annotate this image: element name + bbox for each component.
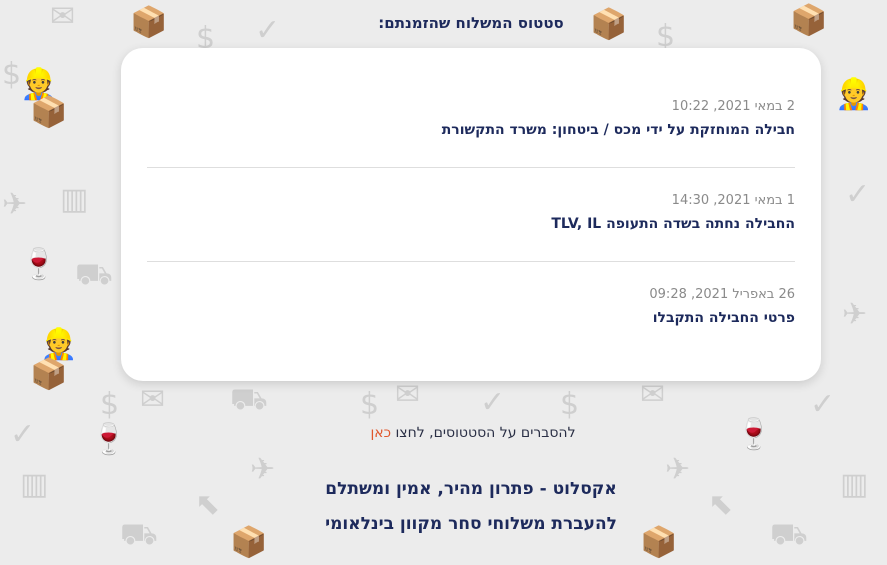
status-entry-date: 2 במאי 2021, 10:22	[671, 99, 795, 114]
airplane-icon: ✈	[2, 187, 28, 222]
divider	[147, 167, 795, 168]
delivery-person-icon: 👷	[20, 67, 58, 102]
status-help-text: להסברים על הסטטוסים, לחצו	[391, 425, 576, 441]
page-title: סטטוס המשלוח שהזמנתם:	[378, 14, 564, 32]
dollar-icon: $	[360, 387, 380, 422]
status-entry: 1 במאי 2021, 14:30 החבילה נחתה בשדה התעו…	[147, 193, 795, 232]
slogan-line-2: להעברת משלוחי סחר מקוון בינלאומי	[325, 514, 617, 534]
dollar-icon: $	[2, 57, 22, 92]
status-help-link[interactable]: כאן	[370, 425, 391, 441]
status-entry: 26 באפריל 2021, 09:28 פרטי החבילה התקבלו	[147, 287, 795, 326]
status-entry-text: החבילה נחתה בשדה התעופה TLV, IL	[551, 216, 795, 232]
hand-truck-icon: ⛟	[75, 257, 113, 292]
status-entry-date: 26 באפריל 2021, 09:28	[649, 287, 795, 302]
status-help-line: להסברים על הסטטוסים, לחצו כאן	[0, 425, 887, 441]
airplane-icon: ✈	[842, 297, 868, 332]
checkmark-icon: ✓	[845, 177, 871, 212]
delivery-person-icon: 👷	[40, 327, 78, 362]
shipping-box-icon: 📦	[30, 357, 68, 392]
checkmark-icon: ✓	[810, 387, 836, 422]
slogan-line-1: אקסלוט - פתרון מהיר, אמין ומשתלם	[325, 479, 617, 499]
divider	[147, 261, 795, 262]
hand-truck-icon: ⛟	[230, 382, 268, 417]
envelope-icon: ✉	[640, 377, 666, 412]
dollar-icon: $	[560, 387, 580, 422]
status-card: 2 במאי 2021, 10:22 חבילה המוחזקת על ידי …	[121, 48, 821, 381]
shipping-box-icon: 📦	[30, 95, 68, 130]
checkmark-icon: ✓	[480, 385, 506, 420]
delivery-person-icon: 👷	[835, 77, 873, 112]
status-entry-text: חבילה המוחזקת על ידי מכס / ביטחון: משרד …	[441, 122, 795, 138]
envelope-icon: ✉	[140, 382, 166, 417]
wine-glass-icon: 🍷	[20, 247, 58, 282]
envelope-icon: ✉	[395, 377, 421, 412]
status-entry: 2 במאי 2021, 10:22 חבילה המוחזקת על ידי …	[147, 99, 795, 138]
status-entry-date: 1 במאי 2021, 14:30	[671, 193, 795, 208]
cargo-container-icon: ▥	[60, 182, 89, 217]
dollar-icon: $	[100, 387, 120, 422]
status-entry-text: פרטי החבילה התקבלו	[652, 310, 795, 326]
